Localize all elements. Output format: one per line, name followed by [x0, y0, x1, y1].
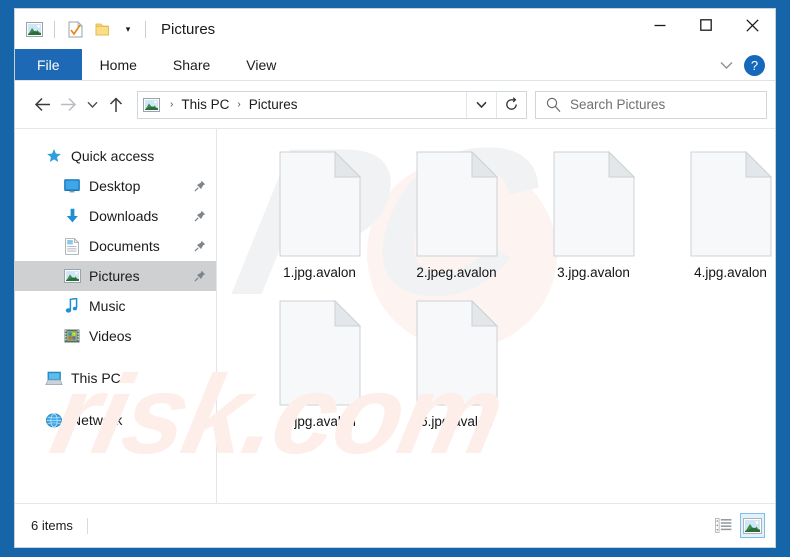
window-title: Pictures: [161, 21, 215, 38]
properties-icon[interactable]: [62, 16, 88, 42]
sidebar-gap: [15, 351, 216, 363]
sidebar-label: Quick access: [71, 148, 154, 164]
file-item[interactable]: 1.jpg.avalon: [251, 151, 388, 280]
breadcrumb-dropdown-icon[interactable]: [466, 92, 496, 118]
file-name: 2.jpeg.avalon: [416, 265, 496, 280]
desktop-icon: [61, 177, 83, 195]
breadcrumb-separator-2: ›: [231, 99, 246, 110]
navigation-pane: Quick access Desktop: [15, 129, 216, 503]
file-name: 3.jpg.avalon: [557, 265, 630, 280]
file-name: 6.jpg.avalon: [420, 414, 493, 429]
details-view-button[interactable]: [711, 513, 736, 538]
breadcrumb-separator-1: ›: [164, 99, 179, 110]
sidebar-label: Videos: [89, 328, 132, 344]
file-name: 1.jpg.avalon: [283, 265, 356, 280]
explorer-window: ▾ Pictures File Home Share View: [14, 8, 776, 548]
explorer-body: Quick access Desktop: [15, 128, 775, 503]
star-icon: [43, 147, 65, 165]
sidebar-item-videos[interactable]: Videos: [15, 321, 216, 351]
sidebar-label: Network: [71, 412, 122, 428]
ribbon-tabs: File Home Share View ?: [15, 49, 775, 81]
item-count: 6 items: [31, 518, 73, 533]
sidebar-label: Documents: [89, 238, 160, 254]
documents-icon: [61, 237, 83, 255]
file-name: 5.jpg.avalon: [283, 414, 356, 429]
sidebar-item-network[interactable]: Network: [15, 405, 216, 435]
breadcrumb[interactable]: › This PC › Pictures: [137, 91, 527, 119]
pin-icon[interactable]: [192, 270, 208, 282]
blank-document-icon: [690, 151, 772, 257]
close-button[interactable]: [729, 9, 775, 41]
pin-icon[interactable]: [192, 210, 208, 222]
toolbar-separator: [54, 21, 55, 38]
file-item[interactable]: 6.jpg.avalon: [388, 300, 525, 429]
sidebar-label: Desktop: [89, 178, 140, 194]
status-separator: [87, 518, 88, 534]
sidebar-label: This PC: [71, 370, 121, 386]
customize-toolbar-caret[interactable]: ▾: [118, 16, 138, 42]
sidebar-gap-2: [15, 393, 216, 405]
file-item[interactable]: 4.jpg.avalon: [662, 151, 775, 280]
ribbon-right-controls: ?: [714, 49, 771, 81]
file-item[interactable]: 5.jpg.avalon: [251, 300, 388, 429]
picture-folder-icon: [138, 98, 164, 112]
sidebar-item-this-pc[interactable]: This PC: [15, 363, 216, 393]
music-icon: [61, 297, 83, 315]
sidebar-item-quick-access[interactable]: Quick access: [15, 141, 216, 171]
sidebar-label: Pictures: [89, 268, 140, 284]
quick-access-toolbar: ▾: [15, 16, 151, 42]
breadcrumb-pictures[interactable]: Pictures: [247, 97, 300, 112]
search-input[interactable]: Search Pictures: [570, 97, 665, 112]
status-bar: 6 items: [15, 503, 775, 547]
sidebar-item-pictures[interactable]: Pictures: [15, 261, 216, 291]
sidebar-item-documents[interactable]: Documents: [15, 231, 216, 261]
tab-file[interactable]: File: [15, 49, 82, 80]
file-item[interactable]: 2.jpeg.avalon: [388, 151, 525, 280]
blank-document-icon: [416, 300, 498, 406]
blank-document-icon: [553, 151, 635, 257]
file-list-view[interactable]: PC 1.jpg.avalon: [217, 129, 775, 503]
sidebar-item-desktop[interactable]: Desktop: [15, 171, 216, 201]
minimize-button[interactable]: [637, 9, 683, 41]
downloads-icon: [61, 207, 83, 225]
file-grid: 1.jpg.avalon 2.jpeg.avalon: [217, 129, 775, 429]
file-item[interactable]: 3.jpg.avalon: [525, 151, 662, 280]
large-icons-view-button[interactable]: [740, 513, 765, 538]
blank-document-icon: [279, 300, 361, 406]
tab-share[interactable]: Share: [155, 49, 228, 80]
search-box[interactable]: Search Pictures: [535, 91, 767, 119]
sidebar-item-downloads[interactable]: Downloads: [15, 201, 216, 231]
blank-document-icon: [416, 151, 498, 257]
view-toggle-group: [711, 513, 765, 538]
pin-icon[interactable]: [192, 180, 208, 192]
search-icon: [536, 97, 570, 112]
sidebar-label: Music: [89, 298, 126, 314]
blank-document-icon: [279, 151, 361, 257]
file-name: 4.jpg.avalon: [694, 265, 767, 280]
network-icon: [43, 411, 65, 429]
expand-ribbon-icon[interactable]: [714, 53, 738, 77]
refresh-icon[interactable]: [496, 92, 526, 118]
pin-icon[interactable]: [192, 240, 208, 252]
title-bar: ▾ Pictures: [15, 9, 775, 49]
sidebar-label: Downloads: [89, 208, 158, 224]
new-folder-icon[interactable]: [90, 16, 116, 42]
recent-locations-icon[interactable]: [81, 90, 103, 120]
pictures-properties-icon[interactable]: [21, 16, 47, 42]
tab-view[interactable]: View: [228, 49, 294, 80]
pictures-icon: [61, 267, 83, 285]
up-button[interactable]: [103, 90, 129, 120]
toolbar-separator-2: [145, 21, 146, 38]
help-button[interactable]: ?: [744, 55, 765, 76]
tab-home[interactable]: Home: [82, 49, 155, 80]
address-bar: › This PC › Pictures: [15, 81, 775, 128]
breadcrumb-this-pc[interactable]: This PC: [179, 97, 231, 112]
forward-button[interactable]: [55, 90, 81, 120]
back-button[interactable]: [29, 90, 55, 120]
window-controls: [637, 9, 775, 41]
maximize-button[interactable]: [683, 9, 729, 41]
videos-icon: [61, 327, 83, 345]
this-pc-icon: [43, 369, 65, 387]
sidebar-item-music[interactable]: Music: [15, 291, 216, 321]
